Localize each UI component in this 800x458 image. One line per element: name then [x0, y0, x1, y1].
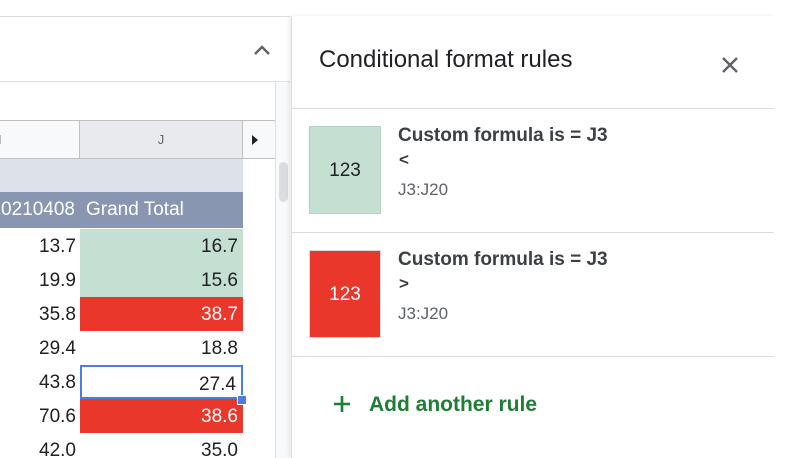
cell-i[interactable]: 13.7 — [0, 229, 79, 263]
rule-range: J3:J20 — [398, 304, 449, 323]
table-row: 43.8 27.4 — [0, 365, 243, 399]
table-row: 13.7 16.7 — [0, 229, 243, 263]
rule-preview-swatch: 123 — [309, 126, 381, 214]
cell-j[interactable]: 15.6 — [80, 263, 243, 297]
cell-i[interactable]: 70.6 — [0, 399, 79, 433]
rule-operator: < — [399, 150, 409, 169]
rule-description: Custom formula is = J3 — [398, 249, 608, 270]
table-row: 19.9 15.6 — [0, 263, 243, 297]
cell-j[interactable]: 18.8 — [80, 331, 243, 365]
rule-preview-swatch: 123 — [309, 250, 381, 338]
pivot-empty-row — [0, 159, 243, 192]
cell-i[interactable]: 35.8 — [0, 297, 79, 331]
column-header-i[interactable]: I — [0, 121, 80, 158]
rule-description: Custom formula is = J3 — [398, 125, 608, 146]
rule-range: J3:J20 — [398, 180, 449, 199]
table-row: 35.8 38.7 — [0, 297, 243, 331]
cell-j[interactable]: 38.7 — [80, 297, 243, 331]
panel-title: Conditional format rules — [319, 46, 573, 73]
panel-divider — [292, 356, 774, 357]
pivot-header-grand-total[interactable]: Grand Total — [86, 199, 184, 221]
arrow-right-icon[interactable] — [248, 133, 262, 147]
spreadsheet-area: I J 20210408 Grand Total 13.716.719.915.… — [0, 0, 290, 458]
pivot-header-row: 20210408 Grand Total — [0, 192, 243, 228]
column-header-row: I J — [0, 121, 275, 159]
cell-i[interactable]: 19.9 — [0, 263, 79, 297]
format-rule[interactable]: 123 Custom formula is = J3 > J3:J20 — [292, 233, 774, 355]
table-row: 29.4 18.8 — [0, 331, 243, 365]
formula-bar[interactable] — [0, 82, 275, 121]
column-header-j[interactable]: J — [80, 121, 243, 158]
plus-icon — [334, 396, 350, 412]
pivot-header-date[interactable]: 20210408 — [0, 199, 75, 221]
fill-handle[interactable] — [237, 395, 247, 405]
chevron-up-icon[interactable] — [250, 38, 274, 62]
cell-j[interactable]: 38.6 — [80, 399, 243, 433]
cell-j[interactable]: 16.7 — [80, 229, 243, 263]
rule-operator: > — [399, 274, 409, 293]
close-icon[interactable] — [716, 51, 744, 79]
cell-j[interactable]: 35.0 — [80, 433, 243, 458]
conditional-format-panel: Conditional format rules 123 Custom form… — [291, 16, 775, 458]
table-row: 42.0 35.0 — [0, 433, 243, 458]
cell-i[interactable]: 43.8 — [0, 365, 79, 399]
cell-i[interactable]: 29.4 — [0, 331, 79, 365]
add-rule-label: Add another rule — [369, 393, 538, 416]
toolbar-row — [0, 17, 290, 82]
table-row: 70.6 38.6 — [0, 399, 243, 433]
cell-j[interactable]: 27.4 — [80, 365, 243, 399]
right-edge — [774, 16, 800, 458]
scrollbar-thumb[interactable] — [279, 162, 288, 202]
cell-i[interactable]: 42.0 — [0, 433, 79, 458]
vertical-scrollbar[interactable] — [275, 82, 290, 458]
format-rule[interactable]: 123 Custom formula is = J3 < J3:J20 — [292, 109, 774, 231]
